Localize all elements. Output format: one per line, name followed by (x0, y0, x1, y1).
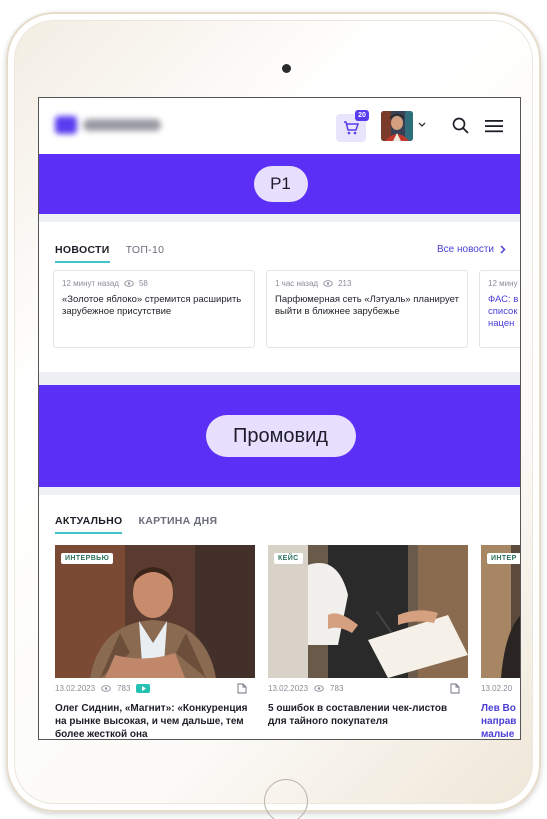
tab-picture-of-day[interactable]: КАРТИНА ДНЯ (138, 515, 217, 534)
screen: 20 P1 НОВОСТИ ТОП-10 Все новости 12 мину… (38, 97, 521, 740)
news-time: 1 час назад (275, 279, 319, 288)
chevron-right-icon (500, 245, 506, 254)
news-views: 213 (338, 279, 352, 288)
feed-item[interactable]: ИНТЕР 13.02.20 Лев Во направ малые (481, 545, 520, 740)
feed-date: 13.02.20 (481, 684, 513, 693)
eye-icon (314, 685, 324, 692)
photo-waiter-with-checklist-icon (268, 545, 468, 678)
feed-photo[interactable]: КЕЙС (268, 545, 468, 678)
feed-title: 5 ошибок в составлении чек-листов для та… (268, 703, 448, 727)
feed-title: Лев Во направ малые (481, 703, 517, 740)
home-button[interactable] (264, 779, 308, 819)
avatar[interactable] (381, 111, 413, 141)
site-header: 20 (39, 98, 520, 154)
feed-title: Олег Сиднин, «Магнит»: «Конкуренция на р… (55, 703, 248, 740)
site-logo[interactable] (55, 114, 163, 136)
camera-dot (282, 64, 291, 73)
tab-news[interactable]: НОВОСТИ (55, 244, 110, 263)
news-section: НОВОСТИ ТОП-10 Все новости 12 минут наза… (39, 222, 520, 372)
bookmark-document-icon[interactable] (450, 683, 460, 694)
bookmark-document-icon[interactable] (237, 683, 247, 694)
all-news-label: Все новости (436, 244, 494, 255)
eye-icon (124, 280, 134, 287)
photo-person-icon (481, 545, 520, 678)
ad-label-p1: P1 (253, 166, 308, 202)
feed-item[interactable]: КЕЙС 13.02.2023 783 5 ошибок в составлен… (268, 545, 468, 728)
tab-actual[interactable]: АКТУАЛЬНО (55, 515, 123, 534)
video-play-icon (136, 684, 151, 693)
ad-banner-promo[interactable]: Промовид (39, 385, 520, 487)
ad-banner-p1[interactable]: P1 (39, 154, 520, 214)
feed-tag: ИНТЕРВЬЮ (61, 553, 114, 564)
eye-icon (101, 685, 111, 692)
cart-button[interactable]: 20 (336, 110, 369, 142)
feed-tag: КЕЙС (274, 553, 303, 564)
news-item[interactable]: 1 час назад 213 Парфюмерная сеть «Лэтуал… (266, 270, 468, 348)
photo-man-in-jacket-icon (55, 545, 255, 678)
news-item[interactable]: 12 минут назад 58 «Золотое яблоко» стрем… (53, 270, 255, 348)
news-views: 58 (138, 279, 148, 288)
cart-icon (344, 121, 359, 135)
search-icon[interactable] (451, 116, 471, 136)
feed-photo[interactable]: ИНТЕР (481, 545, 520, 678)
ad-label-promo: Промовид (205, 415, 356, 457)
all-news-link[interactable]: Все новости (437, 244, 506, 255)
news-time: 12 мину (488, 279, 518, 288)
news-time: 12 минут назад (62, 279, 119, 288)
eye-icon (323, 280, 333, 287)
feed-section: АКТУАЛЬНО КАРТИНА ДНЯ ИНТЕРВЬЮ 13.02.202… (39, 495, 520, 740)
news-title: «Золотое яблоко» стремится расширить зар… (62, 294, 242, 317)
cart-count-badge: 20 (355, 110, 369, 121)
feed-date: 13.02.2023 (55, 684, 96, 693)
feed-tag: ИНТЕР (487, 553, 520, 564)
feed-views: 783 (117, 684, 131, 693)
feed-date: 13.02.2023 (268, 684, 309, 693)
feed-views: 783 (330, 684, 344, 693)
tab-top10[interactable]: ТОП-10 (126, 244, 165, 263)
feed-item[interactable]: ИНТЕРВЬЮ 13.02.2023 783 Олег Сиднин, «Ма… (55, 545, 255, 740)
news-title: ФАС: в список нацен (488, 294, 519, 329)
hamburger-menu-icon[interactable] (484, 118, 504, 134)
news-item[interactable]: 12 мину ФАС: в список нацен (479, 270, 520, 348)
chevron-down-icon[interactable] (417, 121, 427, 129)
news-title: Парфюмерная сеть «Лэтуаль» планирует вый… (275, 294, 459, 317)
avatar-photo-icon (381, 111, 413, 141)
feed-photo[interactable]: ИНТЕРВЬЮ (55, 545, 255, 678)
